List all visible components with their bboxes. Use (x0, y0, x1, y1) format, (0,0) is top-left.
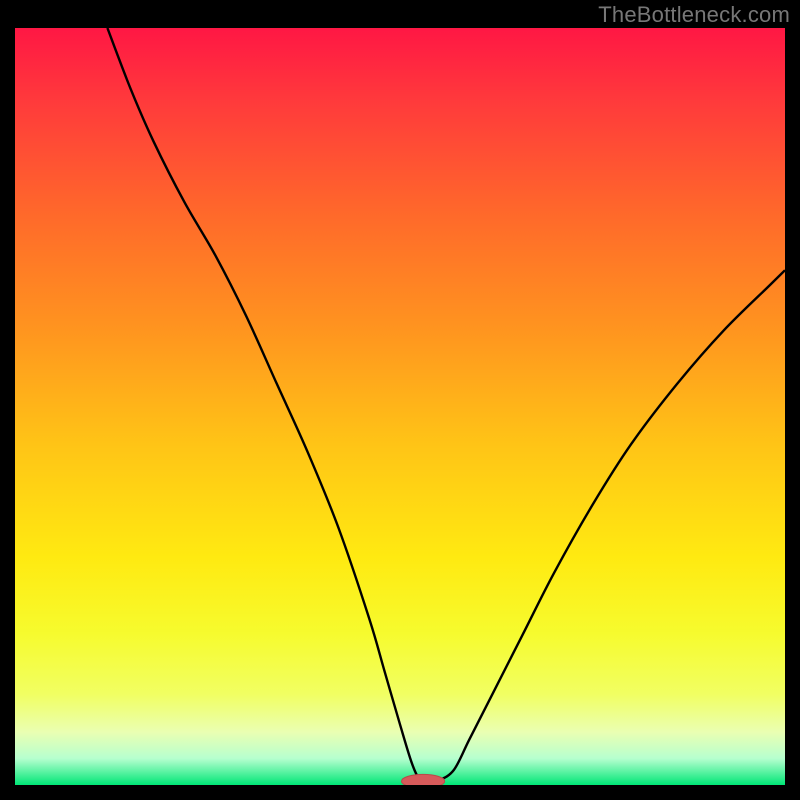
plot-area (15, 28, 785, 785)
optimal-marker (402, 774, 445, 785)
bottleneck-chart (15, 28, 785, 785)
chart-frame: TheBottleneck.com (0, 0, 800, 800)
watermark-text: TheBottleneck.com (598, 2, 790, 28)
gradient-background (15, 28, 785, 785)
